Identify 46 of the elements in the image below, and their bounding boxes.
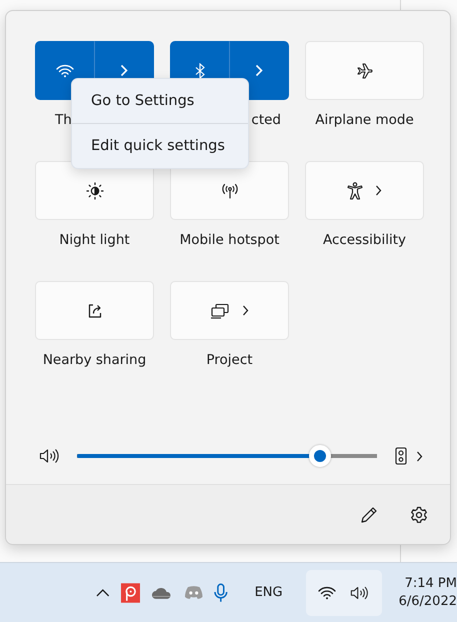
tile-label: cted [251,112,281,128]
airplane-icon [356,62,374,78]
wifi-icon [318,586,336,600]
speaker-icon [350,584,370,600]
tile-label: Mobile hotspot [180,232,280,248]
cloud-icon[interactable] [151,586,172,600]
menu-item[interactable]: Edit quick settings [72,124,248,168]
tile-label: Nearby sharing [42,352,146,368]
clock-date[interactable]: 6/6/2022 [398,594,457,609]
pencil-icon[interactable] [360,506,378,524]
slider-thumb[interactable] [309,445,331,467]
share-icon [86,302,102,318]
output-device-button[interactable] [395,447,423,465]
expand-tile[interactable] [170,281,289,340]
chevron-icon [242,305,249,316]
toggle-tile[interactable] [35,281,154,340]
speaker-box-icon [395,447,407,465]
menu-item[interactable]: Go to Settings [72,79,248,123]
clock-time[interactable]: 7:14 PM [404,576,457,591]
microphone-icon[interactable] [214,582,228,602]
screens-icon [210,302,230,318]
chevron-icon [375,185,382,196]
chevron-icon [120,64,128,77]
tile-label: Th [55,112,72,128]
chevron-up-icon[interactable] [96,588,110,596]
settings-icon[interactable] [410,506,428,524]
network-volume-button[interactable] [306,570,382,616]
bluetooth-icon [194,62,204,78]
toggle-tile[interactable] [305,41,424,100]
tile-label: Accessibility [322,232,406,248]
toggle-tile[interactable] [170,161,289,220]
tile-label: Night light [59,232,130,248]
hotspot-icon [220,182,238,198]
chevron-icon [416,450,423,462]
wifi-icon [56,64,74,78]
accessibility-icon [347,182,363,200]
gamepad-icon[interactable] [184,585,203,600]
night-light-icon [86,182,104,200]
speaker-icon[interactable] [39,448,61,464]
language-indicator[interactable]: ENG [254,585,283,600]
app-icon[interactable] [120,582,140,602]
chevron-icon [255,64,263,77]
expand-tile[interactable] [305,161,424,220]
tile-label: Airplane mode [315,112,414,128]
toggle-tile[interactable] [35,161,154,220]
tile-label: Project [206,352,253,368]
